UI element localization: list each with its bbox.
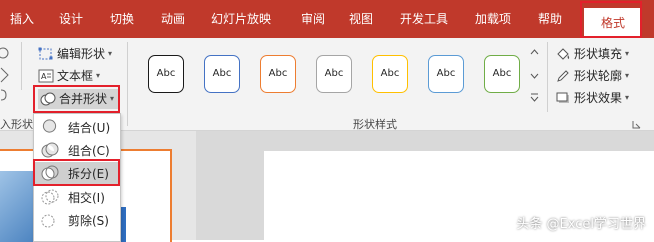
dialog-launcher-icon[interactable] xyxy=(632,118,641,129)
tab-slideshow[interactable]: 幻灯片放映 xyxy=(211,0,271,38)
thumbnail-image xyxy=(0,171,36,242)
chevron-down-icon: ▾ xyxy=(625,71,630,80)
gallery-scroll-arrows-icon xyxy=(530,49,539,102)
pencil-icon xyxy=(557,70,569,82)
shape-style-green[interactable]: Abc xyxy=(484,55,520,93)
tab-help[interactable]: 帮助 xyxy=(538,0,562,38)
tab-design[interactable]: 设计 xyxy=(59,0,83,38)
shape-effects-label: 形状效果 xyxy=(574,91,623,105)
shape-gallery-icon[interactable] xyxy=(0,46,14,102)
menu-item-subtract[interactable]: 剪除(S) xyxy=(34,209,120,231)
tab-transitions[interactable]: 切换 xyxy=(110,0,134,38)
shape-fill-button[interactable]: 形状填充 ▾ xyxy=(555,44,629,64)
tab-insert[interactable]: 插入 xyxy=(10,0,34,38)
shape-style-lightblue[interactable]: Abc xyxy=(428,55,464,93)
chevron-down-icon: ▾ xyxy=(108,49,113,58)
menu-item-combine[interactable]: 组合(C) xyxy=(34,139,120,161)
shape-style-gold[interactable]: Abc xyxy=(372,55,408,93)
menu-item-union-label: 结合(U) xyxy=(68,120,111,135)
edit-shape-icon xyxy=(38,47,53,60)
insert-shapes-group-label: 入形状 xyxy=(0,118,33,131)
subtract-icon xyxy=(41,214,55,228)
edit-shape-button[interactable]: 编辑形状 ▾ xyxy=(38,44,112,64)
ribbon-tab-bar: 插入 设计 切换 动画 幻灯片放映 审阅 视图 开发工具 加载项 帮助 格式 xyxy=(0,0,654,38)
chevron-down-icon: ▾ xyxy=(96,71,101,80)
menu-item-subtract-label: 剪除(S) xyxy=(68,213,109,228)
chevron-down-icon: ▾ xyxy=(625,93,630,102)
shape-outline-label: 形状轮廓 xyxy=(574,69,623,83)
shape-styles-group-label: 形状样式 xyxy=(353,118,397,131)
tab-format[interactable]: 格式 xyxy=(584,8,642,38)
merge-shapes-menu: 结合(U) 组合(C) 拆分(E) 相交(I) 剪除(S) xyxy=(33,113,121,242)
shape-effects-icon xyxy=(556,92,569,103)
tab-review[interactable]: 审阅 xyxy=(301,0,325,38)
text-box-icon: A xyxy=(38,69,54,83)
menu-item-fragment[interactable]: 拆分(E) xyxy=(34,162,120,184)
fragment-icon xyxy=(41,165,59,181)
menu-item-intersect-label: 相交(I) xyxy=(68,190,105,205)
menu-item-combine-label: 组合(C) xyxy=(68,143,110,158)
shape-fill-label: 形状填充 xyxy=(574,47,623,61)
merge-shapes-icon xyxy=(40,92,56,106)
text-box-button[interactable]: A 文本框 ▾ xyxy=(38,66,100,86)
tab-developer[interactable]: 开发工具 xyxy=(400,0,448,38)
intersect-icon xyxy=(41,189,59,205)
tab-view[interactable]: 视图 xyxy=(349,0,373,38)
merge-shapes-button[interactable]: 合并形状 ▾ xyxy=(38,89,119,109)
watermark: 头条 @Excel学习世界 xyxy=(516,217,646,232)
svg-text:A: A xyxy=(41,72,47,81)
text-box-label: 文本框 xyxy=(57,69,94,83)
shape-style-orange[interactable]: Abc xyxy=(260,55,296,93)
shape-style-gray[interactable]: Abc xyxy=(316,55,352,93)
tab-addins[interactable]: 加载项 xyxy=(475,0,511,38)
combine-icon xyxy=(41,142,59,158)
paint-bucket-icon xyxy=(557,48,570,60)
shape-style-black[interactable]: Abc xyxy=(148,55,184,93)
merge-shapes-label: 合并形状 xyxy=(59,92,108,106)
menu-item-fragment-label: 拆分(E) xyxy=(68,166,109,181)
chevron-down-icon: ▾ xyxy=(625,49,630,58)
menu-item-intersect[interactable]: 相交(I) xyxy=(34,186,120,208)
union-icon xyxy=(42,119,57,133)
shape-outline-button[interactable]: 形状轮廓 ▾ xyxy=(555,66,629,86)
shape-style-blue[interactable]: Abc xyxy=(204,55,240,93)
tab-animations[interactable]: 动画 xyxy=(161,0,185,38)
edit-shape-label: 编辑形状 xyxy=(57,47,106,61)
chevron-down-icon: ▾ xyxy=(110,94,115,103)
menu-item-union[interactable]: 结合(U) xyxy=(34,116,120,138)
style-gallery-scroll[interactable] xyxy=(528,44,541,106)
shape-effects-button[interactable]: 形状效果 ▾ xyxy=(555,88,629,108)
